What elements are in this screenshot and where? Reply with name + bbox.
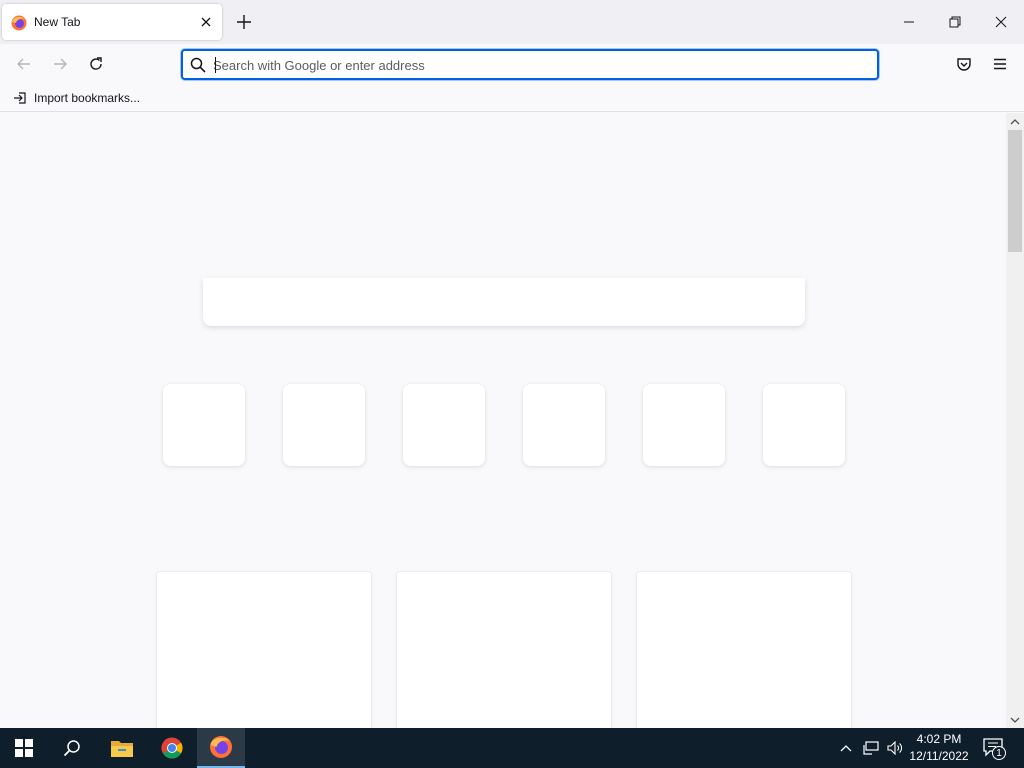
chrome-button[interactable]: [148, 728, 196, 768]
address-bar[interactable]: [181, 49, 879, 80]
new-tab-page: [0, 113, 1006, 728]
pocket-icon: [957, 58, 971, 71]
reload-button[interactable]: [84, 52, 108, 76]
minimize-button[interactable]: [886, 0, 932, 44]
shortcut-tile[interactable]: [403, 384, 485, 466]
shortcut-tile[interactable]: [643, 384, 725, 466]
chevron-up-icon: [1010, 118, 1020, 124]
close-window-button[interactable]: [978, 0, 1024, 44]
windows-taskbar: 4:02 PM 12/11/2022 1: [0, 728, 1024, 768]
shortcut-tile[interactable]: [283, 384, 365, 466]
shortcut-tile[interactable]: [523, 384, 605, 466]
tab-strip: New Tab: [0, 0, 1024, 44]
restore-button[interactable]: [932, 0, 978, 44]
scroll-thumb[interactable]: [1008, 130, 1022, 252]
forward-arrow-icon: [54, 58, 67, 70]
action-center-button[interactable]: 1: [980, 734, 1008, 762]
import-bookmarks-label: Import bookmarks...: [34, 91, 141, 105]
notification-count-badge: 1: [992, 746, 1006, 760]
minimize-icon: [904, 21, 914, 23]
forward-button[interactable]: [48, 52, 72, 76]
back-arrow-icon: [17, 58, 30, 70]
shortcut-tile[interactable]: [163, 384, 245, 466]
taskbar-search-button[interactable]: [48, 728, 96, 768]
back-button[interactable]: [12, 52, 36, 76]
show-hidden-icons-button[interactable]: [836, 728, 856, 768]
page-search-box[interactable]: [203, 278, 805, 326]
story-card[interactable]: [396, 571, 612, 728]
address-input[interactable]: [213, 55, 853, 75]
reload-icon: [90, 57, 102, 70]
tab-close-icon[interactable]: [198, 14, 214, 30]
network-icon: [863, 741, 879, 755]
search-icon: [63, 740, 80, 757]
firefox-icon: [210, 736, 232, 758]
chevron-up-icon: [840, 745, 852, 752]
clock-time: 4:02 PM: [916, 732, 962, 746]
volume-icon: [887, 741, 902, 755]
taskbar-clock[interactable]: 4:02 PM 12/11/2022: [908, 731, 970, 765]
firefox-taskbar-button[interactable]: [197, 728, 245, 768]
new-tab-plus-icon[interactable]: [234, 12, 254, 32]
shortcut-tile[interactable]: [763, 384, 845, 466]
navigation-toolbar: [0, 44, 1024, 84]
clock-date: 12/11/2022: [909, 749, 969, 763]
firefox-icon: [11, 15, 27, 31]
scroll-up-button[interactable]: [1006, 113, 1024, 130]
chevron-down-icon: [1010, 717, 1020, 723]
restore-icon: [949, 16, 961, 28]
file-explorer-icon: [111, 741, 133, 757]
story-card[interactable]: [636, 571, 852, 728]
import-bookmarks-button[interactable]: Import bookmarks...: [8, 88, 144, 108]
start-button[interactable]: [0, 728, 48, 768]
menu-button[interactable]: [988, 52, 1012, 76]
vertical-scrollbar[interactable]: [1006, 113, 1024, 728]
volume-button[interactable]: [884, 728, 906, 768]
story-card[interactable]: [156, 571, 372, 728]
search-icon: [190, 57, 206, 73]
pocket-button[interactable]: [952, 52, 976, 76]
file-explorer-button[interactable]: [98, 728, 146, 768]
windows-start-icon: [15, 739, 33, 757]
import-icon: [14, 92, 26, 104]
hamburger-menu-icon: [994, 58, 1006, 70]
network-button[interactable]: [860, 728, 882, 768]
text-caret: [215, 57, 216, 73]
scroll-down-button[interactable]: [1006, 711, 1024, 728]
tab-new-tab[interactable]: New Tab: [2, 4, 222, 40]
chrome-icon: [161, 737, 183, 759]
tab-title: New Tab: [34, 15, 81, 29]
bookmarks-toolbar: Import bookmarks...: [0, 84, 1024, 112]
close-icon: [995, 16, 1007, 28]
